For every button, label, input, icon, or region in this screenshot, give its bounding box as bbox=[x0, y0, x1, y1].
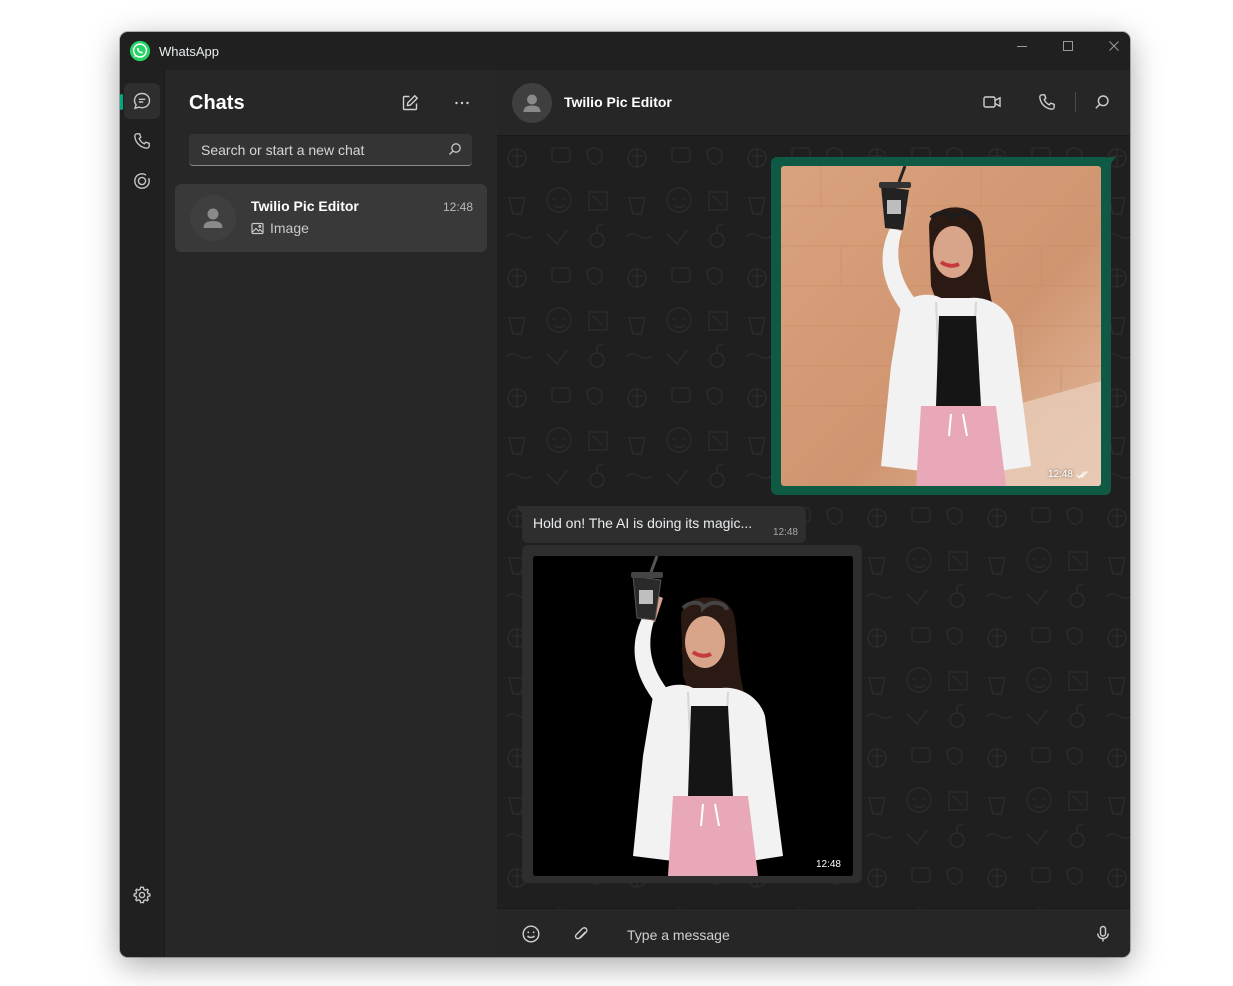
whatsapp-logo-icon bbox=[129, 40, 151, 62]
message-time: 12:48 bbox=[1048, 469, 1089, 480]
status-icon bbox=[134, 173, 150, 189]
rail-settings-button[interactable] bbox=[124, 877, 160, 913]
incoming-text-message[interactable]: Hold on! The AI is doing its magic... 12… bbox=[522, 506, 806, 543]
message-composer bbox=[497, 908, 1130, 957]
minimize-button[interactable] bbox=[999, 32, 1045, 60]
emoji-button[interactable] bbox=[516, 919, 546, 949]
new-chat-button[interactable] bbox=[395, 88, 425, 118]
chat-preview: Image bbox=[251, 220, 309, 236]
message-input[interactable] bbox=[625, 919, 1069, 951]
navigation-rail bbox=[120, 70, 164, 957]
more-options-button[interactable] bbox=[447, 88, 477, 118]
chat-icon bbox=[133, 92, 151, 110]
maximize-icon bbox=[1063, 41, 1073, 51]
rail-status-button[interactable] bbox=[124, 163, 160, 199]
woman-photo-background-removed-image bbox=[533, 556, 853, 876]
gear-icon bbox=[133, 886, 151, 904]
chat-preview-text: Image bbox=[270, 220, 309, 236]
woman-photo-image bbox=[781, 166, 1101, 486]
original-photo[interactable]: 12:48 bbox=[781, 166, 1101, 486]
microphone-icon bbox=[1097, 925, 1109, 942]
video-call-button[interactable] bbox=[977, 87, 1007, 117]
outgoing-image-message[interactable]: 12:48 bbox=[771, 157, 1111, 495]
contact-avatar bbox=[190, 195, 236, 241]
title-bar: WhatsApp bbox=[120, 32, 1130, 70]
search-icon[interactable] bbox=[448, 142, 462, 161]
header-divider bbox=[1075, 92, 1076, 112]
compose-icon bbox=[402, 94, 419, 111]
rail-calls-button[interactable] bbox=[124, 123, 160, 159]
app-title: WhatsApp bbox=[159, 44, 219, 59]
active-indicator bbox=[120, 94, 123, 110]
close-icon bbox=[1109, 41, 1119, 51]
voice-message-button[interactable] bbox=[1088, 919, 1118, 949]
incoming-image-message[interactable]: 12:48 bbox=[522, 545, 862, 883]
emoji-icon bbox=[522, 925, 540, 943]
conversation-avatar[interactable] bbox=[512, 83, 552, 123]
double-check-icon bbox=[1076, 471, 1088, 479]
chat-list-panel: Chats Search or start a new chat Twilio … bbox=[164, 70, 499, 957]
voice-call-icon bbox=[1039, 94, 1055, 110]
chat-time: 12:48 bbox=[442, 200, 473, 214]
more-icon bbox=[455, 101, 469, 105]
search-input[interactable] bbox=[199, 134, 443, 166]
message-text: Hold on! The AI is doing its magic... bbox=[533, 515, 753, 531]
close-button[interactable] bbox=[1091, 32, 1130, 60]
rail-chats-button[interactable] bbox=[124, 83, 160, 119]
chat-wallpaper: 12:48 Hold on! The AI is doing its magic… bbox=[497, 136, 1130, 908]
chats-title: Chats bbox=[189, 92, 245, 114]
conversation-panel: Twilio Pic Editor 12:48 Hold on! The AI … bbox=[497, 70, 1130, 957]
search-icon bbox=[1095, 95, 1109, 109]
search-messages-button[interactable] bbox=[1087, 87, 1117, 117]
conversation-contact-name[interactable]: Twilio Pic Editor bbox=[564, 94, 672, 110]
image-icon bbox=[251, 222, 264, 234]
phone-icon bbox=[134, 133, 150, 149]
message-time: 12:48 bbox=[772, 527, 798, 538]
chat-name: Twilio Pic Editor bbox=[251, 198, 359, 214]
whatsapp-window: WhatsApp Chats Search or start a new cha… bbox=[120, 32, 1130, 957]
person-icon bbox=[203, 208, 223, 228]
message-time: 12:48 bbox=[815, 859, 841, 870]
minimize-icon bbox=[1017, 46, 1027, 47]
chat-list-item[interactable]: Twilio Pic Editor 12:48 Image bbox=[175, 184, 487, 252]
maximize-button[interactable] bbox=[1045, 32, 1091, 60]
search-box[interactable] bbox=[189, 134, 472, 166]
attach-button[interactable] bbox=[566, 919, 596, 949]
video-call-icon bbox=[983, 96, 1001, 108]
voice-call-button[interactable] bbox=[1032, 87, 1062, 117]
person-icon bbox=[523, 94, 541, 112]
edited-photo[interactable]: 12:48 bbox=[533, 556, 853, 876]
conversation-header: Twilio Pic Editor bbox=[497, 70, 1130, 136]
paperclip-icon bbox=[574, 927, 588, 940]
